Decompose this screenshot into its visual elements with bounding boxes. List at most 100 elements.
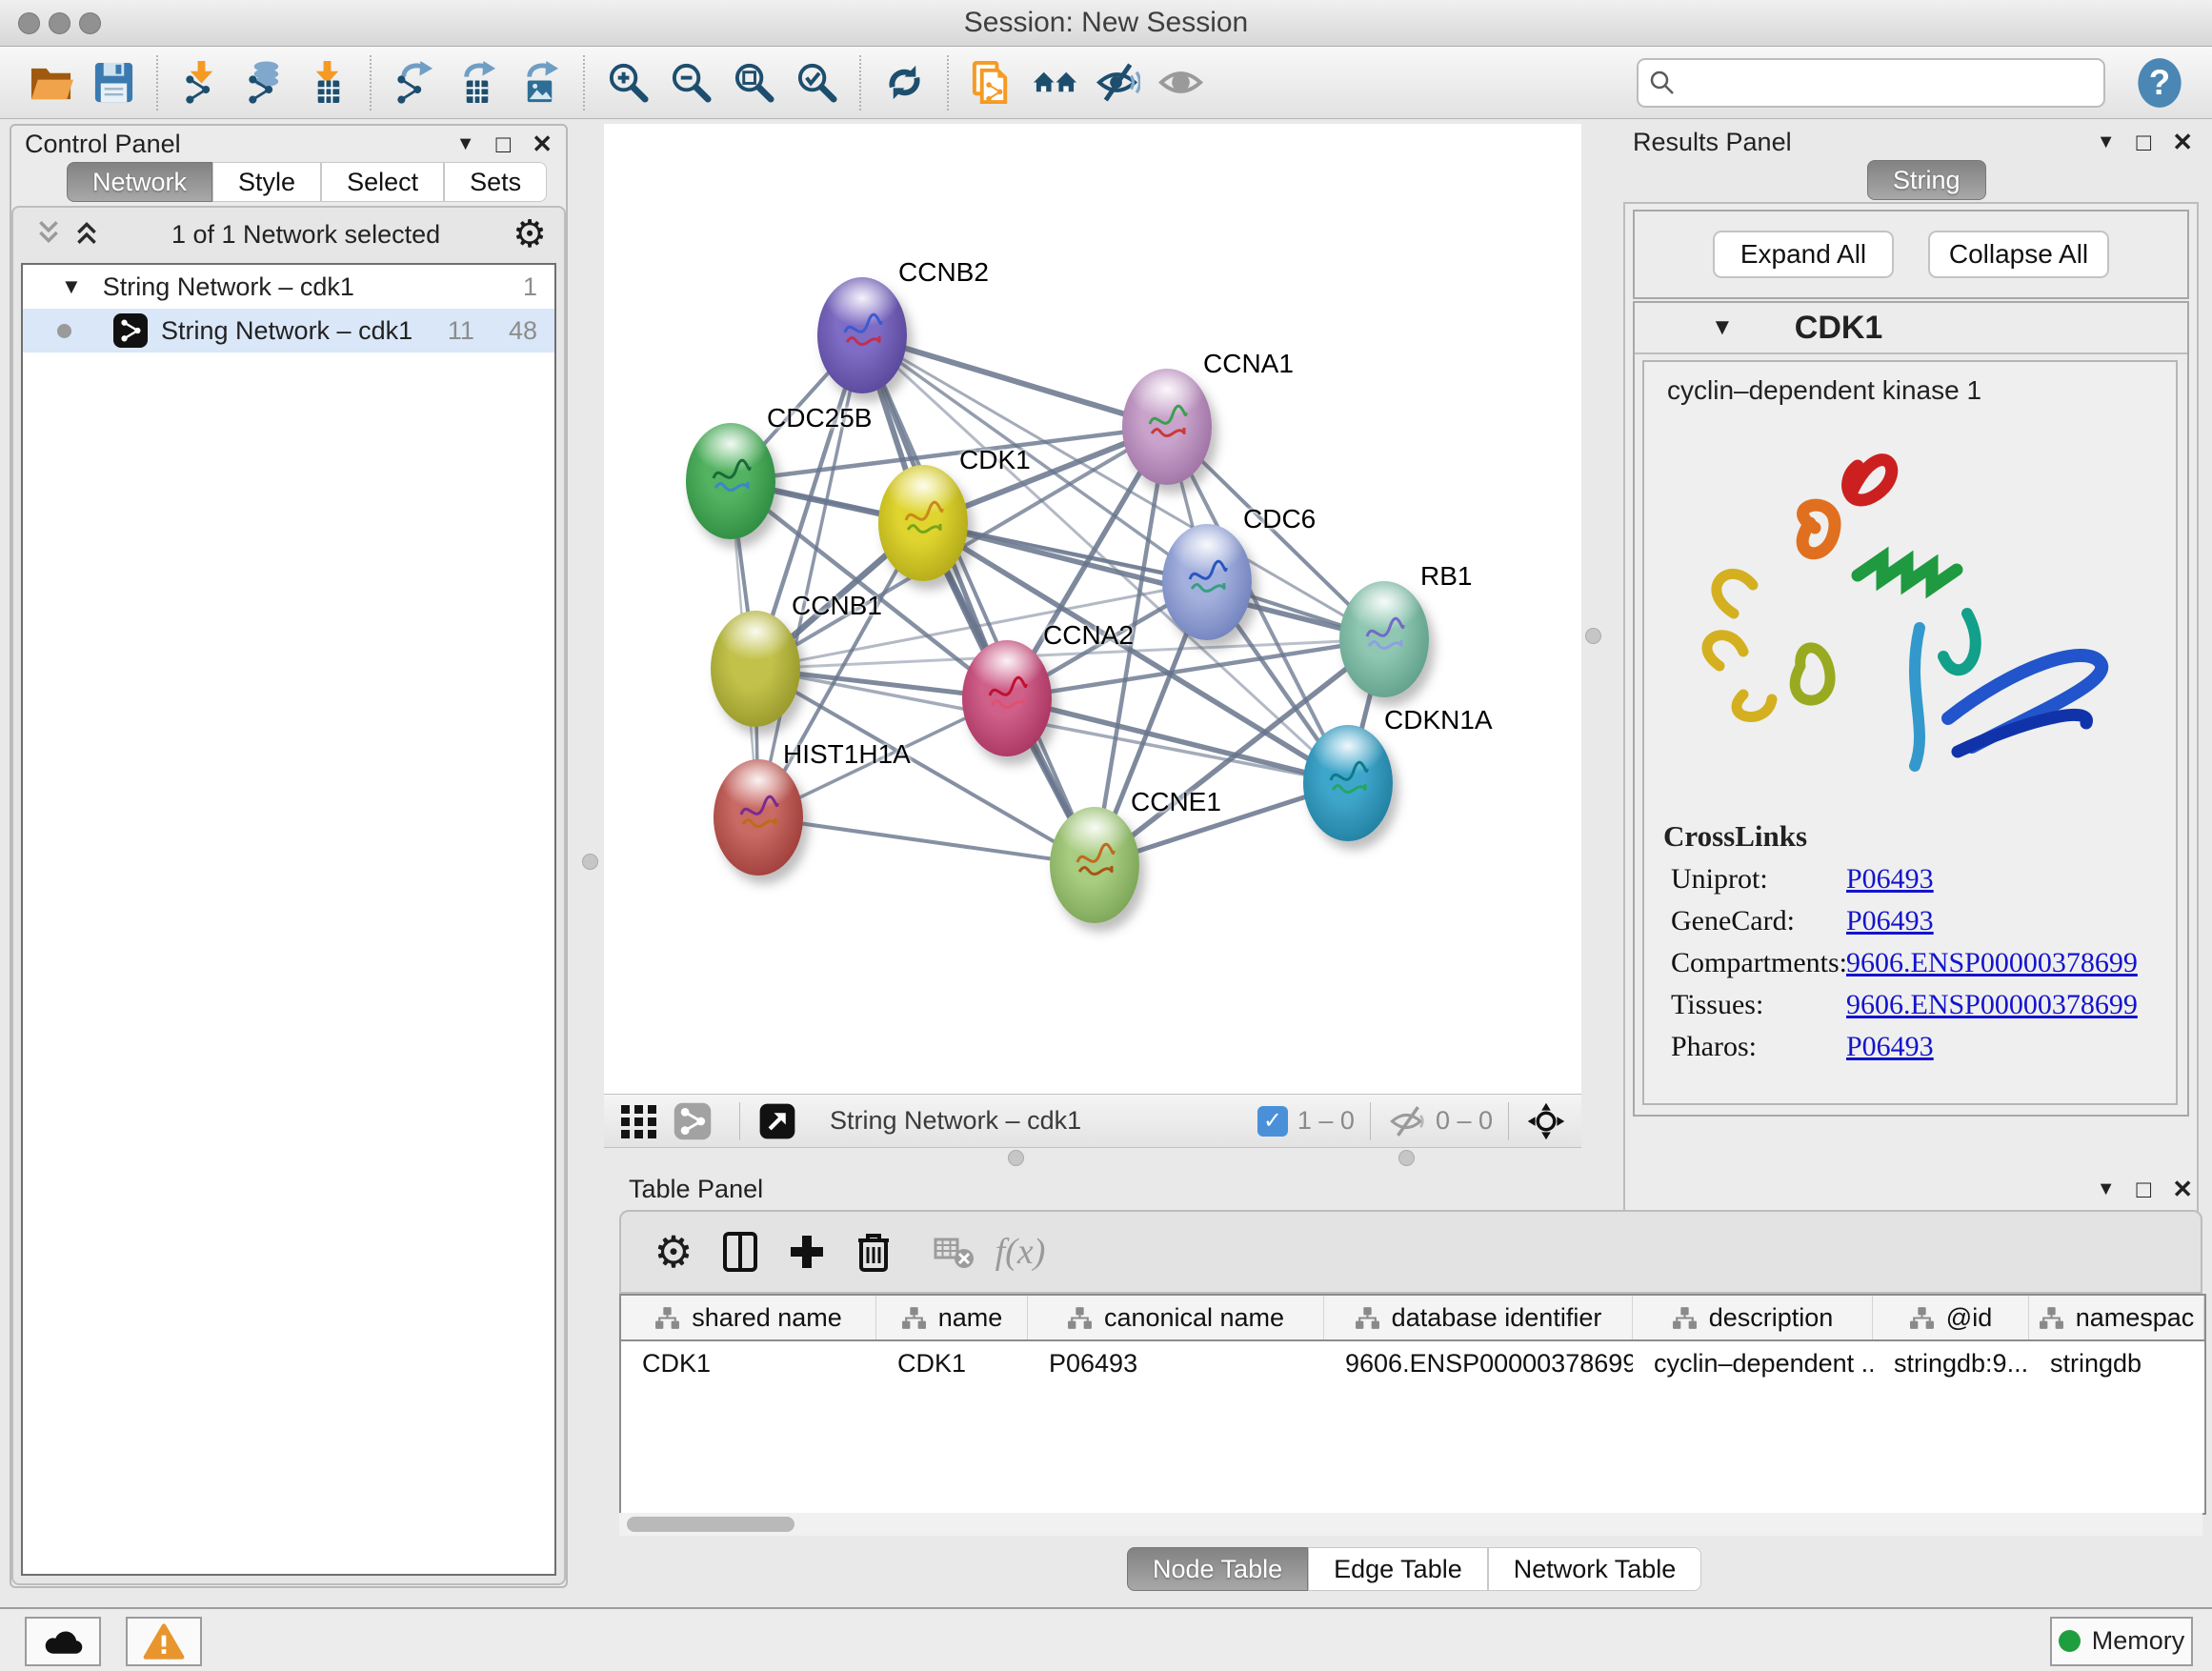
column-header-canonical-name[interactable]: canonical name (1028, 1296, 1324, 1339)
cloud-button[interactable] (25, 1617, 101, 1666)
protein-node-ccna2[interactable] (962, 640, 1052, 756)
control-panel-close-icon[interactable]: ✕ (532, 130, 553, 159)
right-splitter-handle[interactable] (1585, 628, 1601, 644)
new-network-from-selection-button[interactable] (960, 52, 1023, 113)
collapse-all-button[interactable]: Collapse All (1928, 231, 2109, 278)
column-header-database-identifier[interactable]: database identifier (1324, 1296, 1633, 1339)
svg-text:?: ? (2149, 62, 2170, 101)
tab-style[interactable]: Style (212, 162, 321, 202)
import-network-from-file-button[interactable] (170, 52, 232, 113)
import-table-from-file-button[interactable] (295, 52, 358, 113)
protein-node-ccna1[interactable] (1122, 369, 1212, 485)
table-options-gear-icon[interactable]: ⚙ (640, 1218, 707, 1285)
tab-node-table[interactable]: Node Table (1127, 1547, 1308, 1591)
crosslink-link[interactable]: P06493 (1846, 905, 1934, 937)
export-table-button[interactable] (446, 52, 509, 113)
protein-node-ccne1[interactable] (1050, 807, 1139, 923)
protein-structure-image (1653, 413, 2167, 814)
memory-button[interactable]: Memory (2050, 1617, 2193, 1666)
protein-node-rb1[interactable] (1339, 581, 1429, 697)
delete-column-icon[interactable] (840, 1218, 907, 1285)
zoom-selected-button[interactable] (785, 52, 848, 113)
network-badge-icon[interactable] (671, 1099, 714, 1143)
tab-edge-table[interactable]: Edge Table (1308, 1547, 1488, 1591)
table-panel-menu-icon[interactable]: ▼ (2097, 1178, 2116, 1200)
zoom-out-button[interactable] (659, 52, 722, 113)
export-network-icon (392, 60, 437, 105)
protein-node-cdkn1a[interactable] (1303, 725, 1393, 841)
tree-expand-icon[interactable]: ▼ (61, 274, 82, 299)
export-network-button[interactable] (383, 52, 446, 113)
zoom-in-button[interactable] (596, 52, 659, 113)
table-panel-float-icon[interactable]: □ (2136, 1175, 2151, 1204)
column-header--id[interactable]: @id (1873, 1296, 2029, 1339)
grid-view-icon[interactable] (617, 1099, 661, 1143)
bottom-splitter-handle-left[interactable] (1008, 1150, 1024, 1166)
collapse-all-networks-icon[interactable] (36, 219, 61, 251)
network-collection-row[interactable]: ▼ String Network – cdk1 1 (23, 265, 554, 309)
protein-node-ccnb2[interactable] (817, 277, 907, 393)
import-network-from-database-button[interactable] (232, 52, 295, 113)
network-options-gear-icon[interactable]: ⚙ (513, 215, 547, 253)
gene-section-header[interactable]: ▼ CDK1 (1635, 303, 2187, 354)
search-box[interactable] (1637, 58, 2105, 108)
bottom-splitter-handle-center[interactable] (1398, 1150, 1415, 1166)
folder-icon (29, 60, 73, 105)
results-panel-menu-icon[interactable]: ▼ (2097, 131, 2116, 153)
protein-node-cdc6[interactable] (1162, 524, 1252, 640)
tab-select[interactable]: Select (321, 162, 444, 202)
expand-all-networks-icon[interactable] (74, 219, 99, 251)
left-splitter-handle[interactable] (582, 854, 598, 870)
export-image-button[interactable] (509, 52, 572, 113)
birds-eye-view-icon[interactable] (1524, 1099, 1568, 1143)
help-button[interactable]: ? (2134, 55, 2185, 111)
network-row-selected[interactable]: String Network – cdk1 11 48 (23, 309, 554, 352)
tab-network[interactable]: Network (67, 162, 212, 202)
show-all-button[interactable] (1149, 52, 1212, 113)
selected-checkbox-icon[interactable]: ✓ (1257, 1106, 1288, 1137)
crosslink-link[interactable]: P06493 (1846, 863, 1934, 896)
gene-collapse-icon[interactable]: ▼ (1711, 314, 1734, 341)
title-bar: Session: New Session (0, 0, 2212, 47)
column-header-shared-name[interactable]: shared name (621, 1296, 876, 1339)
protein-node-cdc25b[interactable] (686, 423, 775, 539)
table-panel-close-icon[interactable]: ✕ (2172, 1175, 2193, 1204)
show-columns-icon[interactable] (707, 1218, 774, 1285)
table-horizontal-scrollbar[interactable] (619, 1513, 2202, 1536)
crosslink-link[interactable]: P06493 (1846, 1031, 1934, 1063)
crosslink-link[interactable]: 9606.ENSP00000378699 (1846, 989, 2138, 1021)
control-panel-menu-icon[interactable]: ▼ (456, 133, 475, 155)
protein-node-ccnb1[interactable] (711, 611, 800, 727)
protein-node-hist1h1a[interactable] (714, 759, 803, 876)
open-session-button[interactable] (19, 52, 82, 113)
crosslink-label: GeneCard: (1671, 905, 1846, 937)
column-header-name[interactable]: name (876, 1296, 1028, 1339)
open-in-window-icon[interactable] (755, 1099, 799, 1143)
first-neighbors-button[interactable] (1023, 52, 1086, 113)
protein-structure-thumbnail (732, 786, 785, 839)
search-input[interactable] (1677, 67, 2094, 98)
column-header-description[interactable]: description (1633, 1296, 1873, 1339)
tab-network-table[interactable]: Network Table (1488, 1547, 1702, 1591)
node-label-ccna2: CCNA2 (1043, 620, 1134, 651)
results-panel-float-icon[interactable]: □ (2136, 128, 2151, 157)
column-header-namespac[interactable]: namespac (2029, 1296, 2204, 1339)
crosslink-link[interactable]: 9606.ENSP00000378699 (1846, 947, 2138, 979)
scrollbar-thumb[interactable] (627, 1517, 794, 1532)
hide-selected-button[interactable] (1086, 52, 1149, 113)
results-panel-close-icon[interactable]: ✕ (2172, 128, 2193, 157)
tab-sets[interactable]: Sets (444, 162, 547, 202)
table-row[interactable]: CDK1CDK1P064939606.ENSP00000378699cyclin… (621, 1341, 2204, 1385)
zoom-fit-content-button[interactable] (722, 52, 785, 113)
expand-all-button[interactable]: Expand All (1713, 231, 1894, 278)
add-column-icon[interactable] (774, 1218, 840, 1285)
crosslink-row: Compartments:9606.ENSP00000378699 (1671, 947, 2176, 979)
control-panel-float-icon[interactable]: □ (495, 130, 511, 159)
network-canvas[interactable]: CCNB2CCNA1CDC25BCDK1CDC6RB1CCNB1CCNA2CDK… (604, 124, 1581, 1094)
protein-node-cdk1[interactable] (878, 465, 968, 581)
network-view-toolbar: String Network – cdk1 ✓ 1 – 0 0 – 0 (604, 1094, 1581, 1148)
save-session-button[interactable] (82, 52, 145, 113)
tab-string[interactable]: String (1867, 160, 1986, 200)
warning-button[interactable] (126, 1617, 202, 1666)
refresh-view-button[interactable] (873, 52, 935, 113)
